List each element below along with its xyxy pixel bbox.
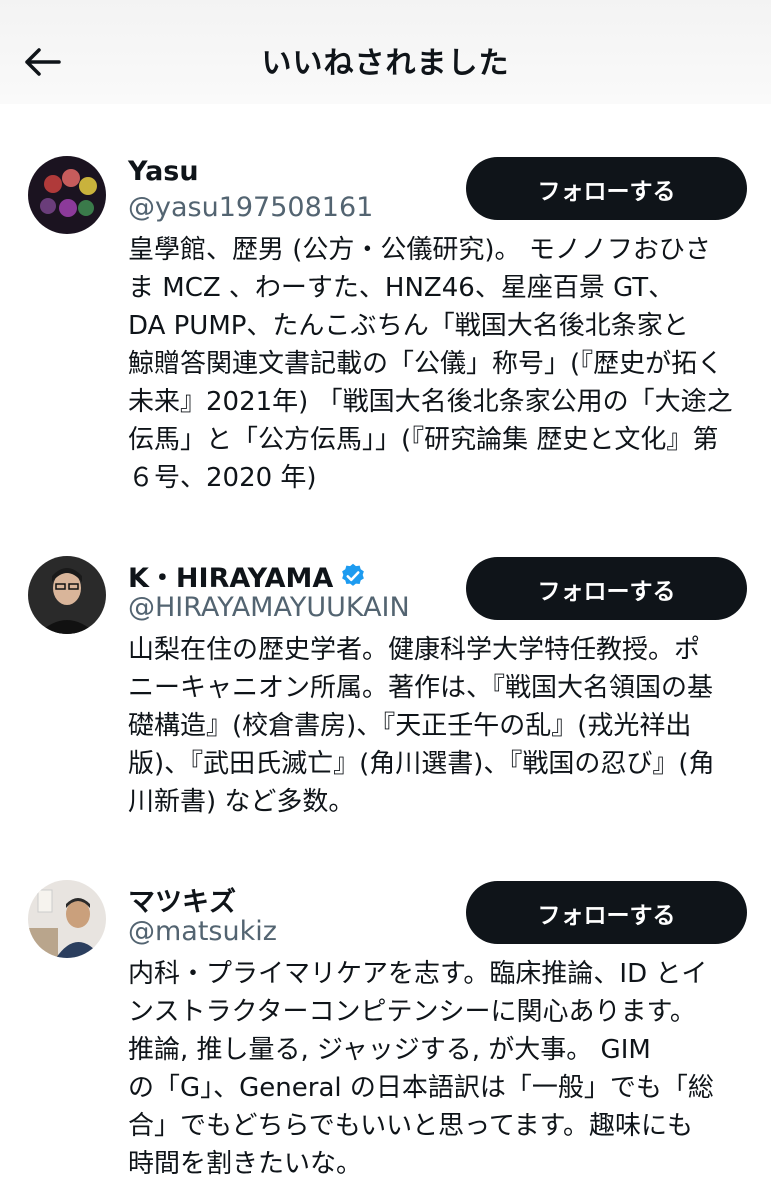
user-bio: 山梨在住の歴史学者。健康科学大学特任教授。ポ ニーキャニオン所属。著作は、『戦国… [128,635,715,817]
user-handle[interactable]: @HIRAYAMAYUUKAIN [128,592,410,623]
avatar[interactable] [28,556,106,634]
user-bio: 皇學館、歴男 (公方・公儀研究)。 モノノフおひさ ま MCZ 、わーすた、HN… [128,235,733,493]
top-bar: いいねされました [0,0,771,104]
verified-badge-icon [339,562,367,590]
user-handle[interactable]: @yasu197508161 [128,192,373,223]
page-title: いいねされました [261,46,510,81]
avatar[interactable] [28,156,106,234]
follow-button[interactable]: フォローする [466,157,747,220]
follow-button[interactable]: フォローする [466,881,747,944]
follow-button[interactable]: フォローする [466,557,747,620]
user-name-text[interactable]: K・HIRAYAMA [128,556,333,595]
user-handle[interactable]: @matsukiz [128,916,277,947]
avatar[interactable] [28,880,106,958]
user-name-text[interactable]: Yasu [128,156,199,187]
user-name[interactable]: マツキズ [128,880,236,919]
user-bio: 内科・プライマリケアを志す。臨床推論、ID とイ ンストラクターコンピテンシーに… [128,959,714,1179]
user-name[interactable]: K・HIRAYAMA [128,556,367,595]
user-name[interactable]: Yasu [128,156,199,187]
user-name-text[interactable]: マツキズ [128,880,236,919]
